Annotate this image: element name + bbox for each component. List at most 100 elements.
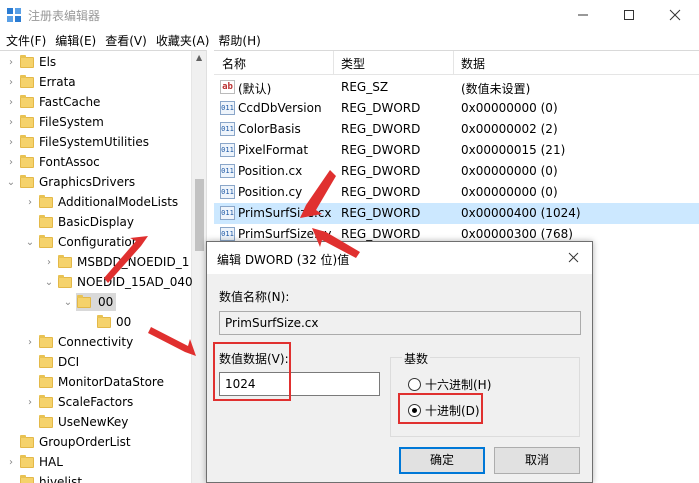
tree-node[interactable]: GroupOrderList [5,432,131,452]
collapse-chevron-icon[interactable]: ⌄ [5,177,17,188]
collapse-chevron-icon[interactable]: ⌄ [24,237,36,248]
expand-chevron-icon[interactable]: › [5,457,17,468]
menu-view[interactable]: 查看(V) [99,32,147,49]
expand-chevron-icon[interactable]: › [24,197,36,208]
cell-name: (默认) [238,82,272,96]
column-header-name[interactable]: 名称 [222,55,246,72]
tree-node[interactable]: MonitorDataStore [24,372,164,392]
tree-node[interactable]: › FontAssoc [5,152,100,172]
tree-node[interactable]: ⌄ 00 [62,292,116,312]
tree-node[interactable]: DCI [24,352,79,372]
tree-scroll-thumb[interactable] [195,179,204,251]
expand-chevron-icon[interactable]: › [5,97,17,108]
tree-node[interactable]: ⌄ GraphicsDrivers [5,172,135,192]
tree-node[interactable]: › FastCache [5,92,100,112]
expand-chevron-icon[interactable]: › [5,137,17,148]
expand-chevron-icon[interactable]: › [43,257,55,268]
ok-button[interactable]: 确定 [399,447,485,474]
tree-node[interactable]: › FileSystem [5,112,104,132]
menu-file[interactable]: 文件(F) [0,32,46,49]
column-divider[interactable] [333,51,334,75]
list-row[interactable]: 011 Position.cx REG_DWORD 0x00000000 (0) [214,161,699,182]
cancel-button[interactable]: 取消 [494,447,580,474]
expand-chevron-icon[interactable]: › [24,337,36,348]
hex-radio-button[interactable] [408,378,421,391]
hex-radio[interactable]: 十六进制(H) [408,376,491,393]
tree-node[interactable]: 00 [82,312,131,332]
tree-node[interactable]: ⌄ Configuration [24,232,139,252]
tree-node[interactable]: › MSBDD_NOEDID_1 [43,252,189,272]
menu-help[interactable]: 帮助(H) [212,32,260,49]
tree-node-label: ScaleFactors [58,395,134,409]
folder-icon [20,174,34,188]
expand-chevron-icon[interactable]: › [5,157,17,168]
binary-value-icon: 011 [220,227,235,241]
folder-icon [39,214,53,228]
tree-node[interactable]: › HAL [5,452,63,472]
cell-type: REG_DWORD [341,122,421,136]
dialog-close-icon[interactable] [563,248,583,268]
cell-name: ColorBasis [238,122,301,136]
tree-node[interactable]: ⌄ NOEDID_15AD_040 [43,272,193,292]
maximize-icon [624,10,634,20]
tree-node[interactable]: › Errata [5,72,76,92]
registry-editor-app-icon [7,8,21,22]
cell-type: REG_DWORD [341,101,421,115]
column-divider[interactable] [453,51,454,75]
list-row[interactable]: 011 PrimSurfSize.cx REG_DWORD 0x00000400 (1… [214,203,699,224]
cell-name: Position.cy [238,185,303,199]
folder-icon [20,134,34,148]
folder-icon [20,154,34,168]
list-row[interactable]: ab (默认) REG_SZ (数值未设置) [214,77,699,98]
list-row[interactable]: 011 CcdDbVersion REG_DWORD 0x00000000 (0) [214,98,699,119]
expand-chevron-icon[interactable]: › [5,117,17,128]
tree-node[interactable]: hivelist [5,472,82,483]
tree-node-label: 00 [96,295,116,309]
list-row[interactable]: 011 Position.cy REG_DWORD 0x00000000 (0) [214,182,699,203]
cell-data: 0x00000000 (0) [461,164,558,178]
menu-edit[interactable]: 编辑(E) [49,32,96,49]
cell-data: 0x00000000 (0) [461,101,558,115]
cell-type: REG_DWORD [341,227,421,241]
cell-name: Position.cx [238,164,303,178]
tree-node[interactable]: › AdditionalModeLists [24,192,178,212]
tree-scrollbar[interactable]: ▲ [191,51,206,483]
scroll-up-icon[interactable]: ▲ [196,53,202,62]
tree-node[interactable]: › FileSystemUtilities [5,132,149,152]
list-row[interactable]: 011 PixelFormat REG_DWORD 0x00000015 (21) [214,140,699,161]
close-icon [669,9,681,21]
tree-node-label: MSBDD_NOEDID_1 [77,255,190,269]
list-row[interactable]: 011 ColorBasis REG_DWORD 0x00000002 (2) [214,119,699,140]
folder-icon [58,254,72,268]
collapse-chevron-icon[interactable]: ⌄ [43,277,55,288]
expand-chevron-icon[interactable]: › [24,397,36,408]
close-button[interactable] [652,0,698,30]
cell-type: REG_DWORD [341,206,421,220]
minimize-button[interactable] [560,0,606,30]
folder-icon [39,414,53,428]
folder-icon [97,314,111,328]
tree-node[interactable]: › Connectivity [24,332,133,352]
tree-node-label: HAL [39,455,63,469]
maximize-button[interactable] [606,0,652,30]
tree-node-label: UseNewKey [58,415,129,429]
tree-node[interactable]: BasicDisplay [24,212,134,232]
menu-favorites[interactable]: 收藏夹(A) [150,32,210,49]
tree-node[interactable]: › ScaleFactors [24,392,133,412]
column-header-data[interactable]: 数据 [461,55,485,72]
cell-type: REG_DWORD [341,185,421,199]
tree-node-label: NOEDID_15AD_040 [77,275,193,289]
cell-type: REG_DWORD [341,143,421,157]
folder-icon [20,114,34,128]
folder-icon [58,274,72,288]
tree-node[interactable]: UseNewKey [24,412,128,432]
expand-chevron-icon[interactable]: › [5,77,17,88]
column-header-type[interactable]: 类型 [341,55,365,72]
registry-key-tree[interactable]: ▲ › Els › Errata › FastCache › FileSystem › FileS… [0,50,206,483]
tree-node[interactable]: › Els [5,52,56,72]
value-name-field[interactable] [219,311,581,335]
cell-name: PixelFormat [238,143,309,157]
collapse-chevron-icon[interactable]: ⌄ [62,297,74,308]
expand-chevron-icon[interactable]: › [5,57,17,68]
cell-data: 0x00000000 (0) [461,185,558,199]
